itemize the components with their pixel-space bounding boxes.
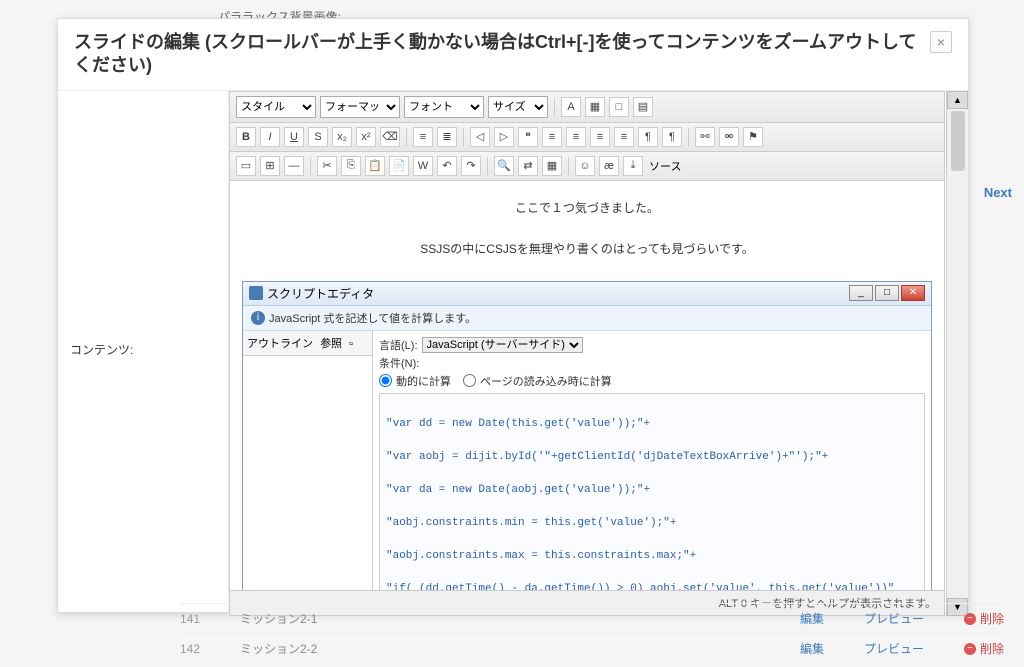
redo-icon[interactable]: ↷ xyxy=(461,156,481,176)
preview-link[interactable]: プレビュー xyxy=(864,610,924,627)
toolbar-row-3: ▭ ⊞ — ✂ ⎘ 📋 📄 W ↶ ↷ 🔍 ⇄ ▦ ☺ xyxy=(230,152,944,181)
underline-icon[interactable]: U xyxy=(284,127,304,147)
row-name: ミッション2-2 xyxy=(240,640,762,657)
bg-color-icon[interactable]: ▦ xyxy=(585,97,605,117)
pagebreak-icon[interactable]: ⤓ xyxy=(623,156,643,176)
tool-icon[interactable]: ▤ xyxy=(633,97,653,117)
font-select[interactable]: フォント xyxy=(404,96,484,118)
size-select[interactable]: サイズ xyxy=(488,96,548,118)
outline-panel: アウトライン 参照 ▫ xyxy=(243,331,373,590)
hr-icon[interactable]: — xyxy=(284,156,304,176)
table-row: 142 ミッション2-2 編集 プレビュー −削除 xyxy=(180,633,1004,663)
text-color-icon[interactable]: A xyxy=(561,97,581,117)
link-icon[interactable]: ⚯ xyxy=(695,127,715,147)
preview-link[interactable]: プレビュー xyxy=(864,640,924,657)
condition-label: 条件(N): xyxy=(379,355,419,371)
script-editor-info: i JavaScript 式を記述して値を計算します。 xyxy=(243,306,931,331)
outline-tab[interactable]: アウトライン xyxy=(247,338,313,350)
copy-icon[interactable]: ⎘ xyxy=(341,156,361,176)
source-button[interactable]: ソース xyxy=(649,158,681,174)
paste-icon[interactable]: 📋 xyxy=(365,156,385,176)
editor-area: スタイル フォーマット フォント サイズ A ▦ □ ▤ B I U S x₂ xyxy=(228,91,968,616)
align-center-icon[interactable]: ≡ xyxy=(566,127,586,147)
script-editor-title: スクリプトエディタ xyxy=(267,285,374,302)
code-editor[interactable]: "var dd = new Date(this.get('value'));"+… xyxy=(379,393,925,590)
minus-icon: − xyxy=(964,613,976,625)
list-ol-icon[interactable]: ≡ xyxy=(413,127,433,147)
reference-tab[interactable]: 参照 xyxy=(320,338,342,350)
content-editable-area[interactable]: ここで１つ気づきました。 SSJSの中にCSJSを無理やり書くのはとっても見づら… xyxy=(230,181,944,590)
close-icon[interactable]: ✕ xyxy=(901,285,925,301)
replace-icon[interactable]: ⇄ xyxy=(518,156,538,176)
table-row: 141 ミッション2-1 編集 プレビュー −削除 xyxy=(180,603,1004,633)
superscript-icon[interactable]: x² xyxy=(356,127,376,147)
ltr-icon[interactable]: ¶ xyxy=(638,127,658,147)
content-line: ここで１つ気づきました。 xyxy=(242,199,932,216)
next-link[interactable]: Next xyxy=(984,185,1012,200)
specialchar-icon[interactable]: æ xyxy=(599,156,619,176)
selectall-icon[interactable]: ▦ xyxy=(542,156,562,176)
paste-text-icon[interactable]: 📄 xyxy=(389,156,409,176)
script-editor-window: スクリプトエディタ _ □ ✕ i JavaScript 式を記述して値を計算し… xyxy=(242,281,932,590)
undo-icon[interactable]: ↶ xyxy=(437,156,457,176)
style-select[interactable]: スタイル xyxy=(236,96,316,118)
delete-link[interactable]: −削除 xyxy=(964,610,1004,627)
edit-link[interactable]: 編集 xyxy=(782,610,824,627)
toolbar-row-2: B I U S x₂ x² ⌫ ≡ ≣ ◁ ▷ ❝ ≡ ≡ ≡ xyxy=(230,123,944,152)
cut-icon[interactable]: ✂ xyxy=(317,156,337,176)
row-num: 142 xyxy=(180,642,240,656)
toolbar-row-1: スタイル フォーマット フォント サイズ A ▦ □ ▤ xyxy=(230,92,944,123)
onload-radio[interactable] xyxy=(463,374,476,387)
onload-radio-label: ページの読み込み時に計算 xyxy=(480,373,612,389)
edit-slide-modal: スライドの編集 (スクロールバーが上手く動かない場合はCtrl+[-]を使ってコ… xyxy=(57,18,969,613)
rtl-icon[interactable]: ¶ xyxy=(662,127,682,147)
row-num: 141 xyxy=(180,612,240,626)
modal-title: スライドの編集 (スクロールバーが上手く動かない場合はCtrl+[-]を使ってコ… xyxy=(74,31,922,78)
smiley-icon[interactable]: ☺ xyxy=(575,156,595,176)
italic-icon[interactable]: I xyxy=(260,127,280,147)
tab-icon[interactable]: ▫ xyxy=(349,338,353,350)
delete-link[interactable]: −削除 xyxy=(964,640,1004,657)
slide-list: 141 ミッション2-1 編集 プレビュー −削除 142 ミッション2-2 編… xyxy=(180,603,1004,663)
outdent-icon[interactable]: ◁ xyxy=(470,127,490,147)
info-icon: i xyxy=(251,311,265,325)
unlink-icon[interactable]: ⚮ xyxy=(719,127,739,147)
format-select[interactable]: フォーマット xyxy=(320,96,400,118)
subscript-icon[interactable]: x₂ xyxy=(332,127,352,147)
modal-close-button[interactable]: × xyxy=(930,31,952,53)
align-left-icon[interactable]: ≡ xyxy=(542,127,562,147)
language-select[interactable]: JavaScript (サーバーサイド) xyxy=(422,337,583,353)
edit-link[interactable]: 編集 xyxy=(782,640,824,657)
scroll-up-icon[interactable]: ▲ xyxy=(947,91,968,109)
minimize-icon[interactable]: _ xyxy=(849,285,873,301)
table-icon[interactable]: ⊞ xyxy=(260,156,280,176)
maximize-icon[interactable]: □ xyxy=(875,285,899,301)
dynamic-radio-label: 動的に計算 xyxy=(396,373,451,389)
indent-icon[interactable]: ▷ xyxy=(494,127,514,147)
clear-format-icon[interactable]: ⌫ xyxy=(380,127,400,147)
align-justify-icon[interactable]: ≡ xyxy=(614,127,634,147)
find-icon[interactable]: 🔍 xyxy=(494,156,514,176)
script-editor-titlebar[interactable]: スクリプトエディタ _ □ ✕ xyxy=(243,282,931,306)
script-editor-icon xyxy=(249,286,263,300)
scroll-thumb[interactable] xyxy=(951,111,965,171)
quote-icon[interactable]: ❝ xyxy=(518,127,538,147)
strike-icon[interactable]: S xyxy=(308,127,328,147)
row-name: ミッション2-1 xyxy=(240,610,762,627)
content-line: SSJSの中にCSJSを無理やり書くのはとっても見づらいです。 xyxy=(242,240,932,257)
image-icon[interactable]: ▭ xyxy=(236,156,256,176)
info-text: JavaScript 式を記述して値を計算します。 xyxy=(269,310,476,326)
bold-icon[interactable]: B xyxy=(236,127,256,147)
contents-label: コンテンツ: xyxy=(58,91,228,616)
tool-icon[interactable]: □ xyxy=(609,97,629,117)
modal-header: スライドの編集 (スクロールバーが上手く動かない場合はCtrl+[-]を使ってコ… xyxy=(58,19,968,91)
align-right-icon[interactable]: ≡ xyxy=(590,127,610,147)
dynamic-radio[interactable] xyxy=(379,374,392,387)
minus-icon: − xyxy=(964,643,976,655)
list-ul-icon[interactable]: ≣ xyxy=(437,127,457,147)
vertical-scrollbar[interactable]: ▲ ▼ xyxy=(946,91,968,616)
paste-word-icon[interactable]: W xyxy=(413,156,433,176)
language-label: 言語(L): xyxy=(379,337,418,353)
anchor-icon[interactable]: ⚑ xyxy=(743,127,763,147)
